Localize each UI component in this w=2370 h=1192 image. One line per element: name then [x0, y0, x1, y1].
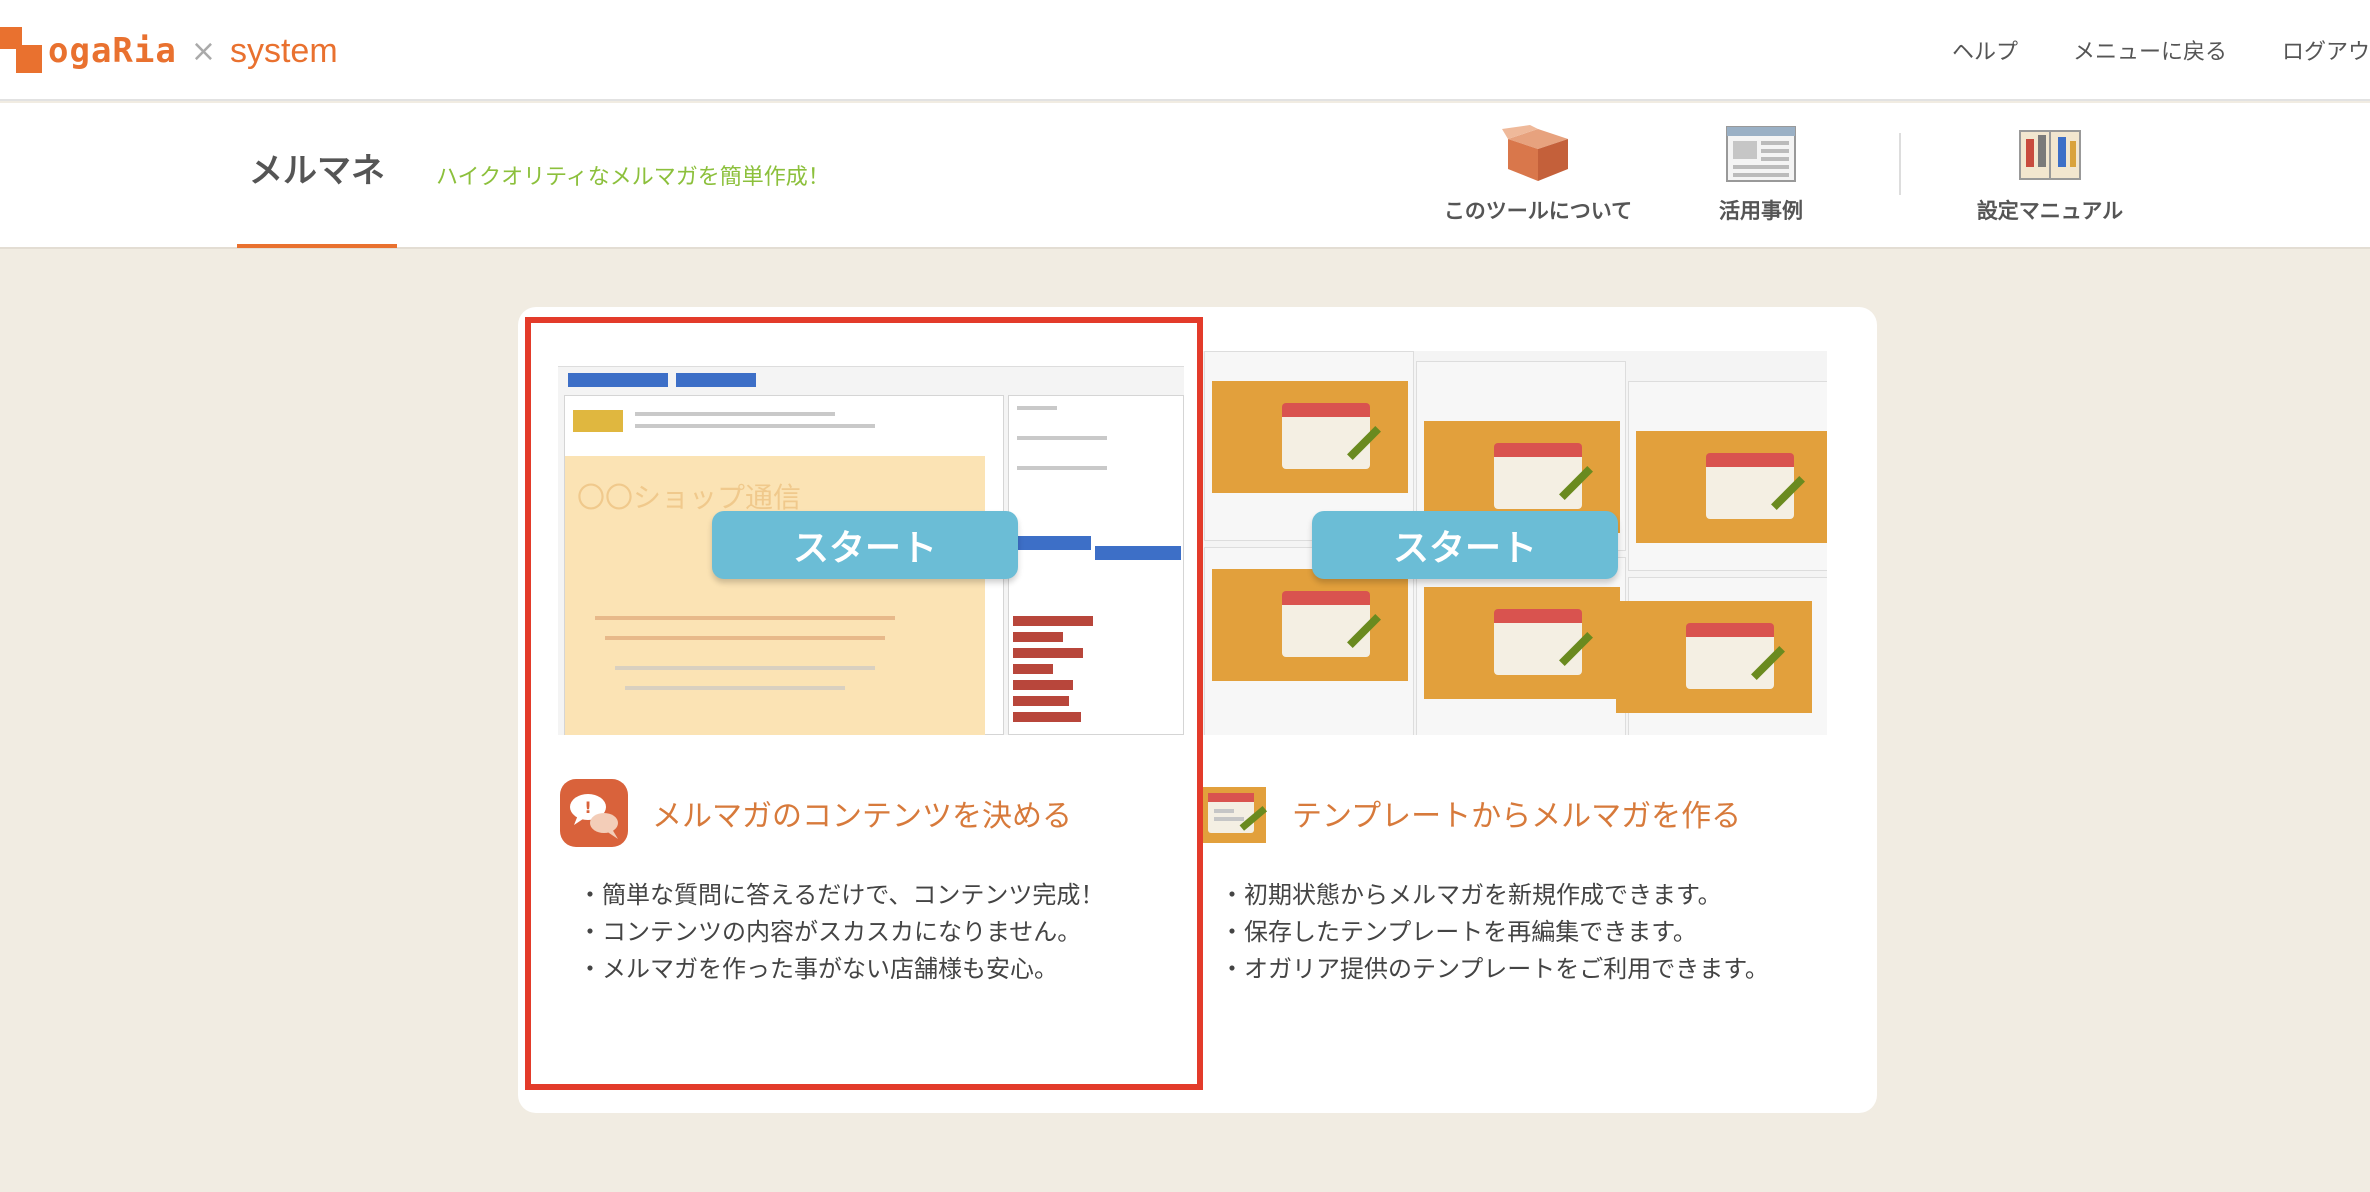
tool-tagline: ハイクオリティなメルマガを簡単作成！ [436, 165, 830, 190]
about-tool-link[interactable]: このツールについて [1440, 125, 1636, 225]
tool-header: メルマネ ハイクオリティなメルマガを簡単作成！ このツールについて 活用事例 設… [0, 103, 2370, 249]
tool-name: メルマネ [249, 151, 385, 191]
tool-title-tab[interactable]: メルマネ [237, 143, 397, 248]
use-cases-link[interactable]: 活用事例 [1710, 125, 1812, 225]
template-edit-icon [1202, 787, 1268, 843]
back-to-menu-link[interactable]: メニューに戻る [2073, 34, 2227, 66]
template-thumbnail [1616, 601, 1812, 713]
template-thumbnail [1636, 431, 1827, 543]
template-builder-option[interactable]: スタート テンプレートからメルマガを作る ・初期状態からメルマガを新規作成できま… [1198, 307, 1877, 1113]
active-tab-underline [237, 244, 397, 248]
logo-text: ogaRia [48, 31, 177, 71]
template-builder-start-button[interactable]: スタート [1312, 511, 1618, 579]
feature-item: ・初期状態からメルマガを新規作成できます。 [1220, 881, 1722, 909]
feature-item: ・オガリア提供のテンプレートをご利用できます。 [1220, 955, 1769, 983]
template-builder-heading: テンプレートからメルマガを作る [1198, 777, 1741, 849]
template-thumbnail [1424, 587, 1620, 699]
feature-item: ・保存したテンプレートを再編集できます。 [1220, 918, 1697, 946]
selection-highlight [525, 317, 1203, 1090]
logo-suffix: system [229, 31, 338, 70]
template-builder-features: ・初期状態からメルマガを新規作成できます。 ・保存したテンプレートを再編集できま… [1220, 877, 1769, 988]
top-header: ogaRia × system ヘルプ メニューに戻る ログアウ [0, 0, 2370, 101]
use-cases-label: 活用事例 [1719, 199, 1803, 223]
template-thumbnail [1212, 381, 1408, 493]
settings-manual-label: 設定マニュアル [1976, 199, 2124, 223]
webpage-icon [1726, 126, 1796, 182]
settings-manual-link[interactable]: 設定マニュアル [1970, 125, 2130, 225]
template-builder-preview: スタート [1198, 351, 1827, 735]
logo-mark-icon [0, 27, 44, 75]
template-builder-title: テンプレートからメルマガを作る [1292, 799, 1742, 834]
nav-divider [1899, 133, 1901, 195]
top-nav: ヘルプ メニューに戻る ログアウ [1897, 34, 2370, 66]
logo-separator: × [190, 33, 216, 69]
help-link[interactable]: ヘルプ [1952, 34, 2018, 66]
template-thumbnail [1212, 569, 1408, 681]
manual-book-icon [2019, 130, 2081, 180]
package-box-icon [1502, 125, 1568, 181]
logo[interactable]: ogaRia × system [0, 26, 338, 76]
about-tool-label: このツールについて [1443, 199, 1633, 223]
logout-link[interactable]: ログアウ [2282, 34, 2370, 66]
